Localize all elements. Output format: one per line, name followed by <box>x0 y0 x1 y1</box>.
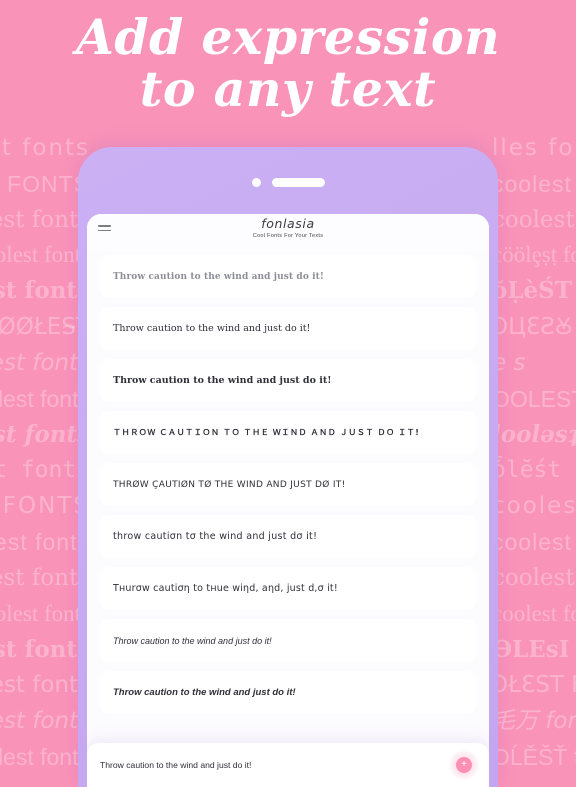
phone-notch <box>78 178 498 187</box>
app-header: fonlasia Cool Fonts For Your Texts <box>87 214 489 251</box>
text-input-bar[interactable]: Throw caution to the wind and just do it… <box>87 743 489 787</box>
add-button-halo: + <box>449 750 479 780</box>
font-style-card[interactable]: THRØW ÇAUTIØN TØ THÉ WIND AND JUST DØ IT… <box>100 463 476 506</box>
headline-line-2: to any text <box>139 59 437 118</box>
font-style-card[interactable]: Throw caution to the wind and just do it… <box>100 671 476 714</box>
background-word: coolest fonts <box>0 672 90 699</box>
font-style-preview-text: THRØW ÇAUTIØN TØ THÉ WIND AND JUST DØ IT… <box>113 479 346 490</box>
background-word: coolest fonts <box>492 529 576 556</box>
font-style-card[interactable]: ＴＨＲＯＷ ＣＡＵＴＩＯＮ ＴＯ ＴＨＥ ＷＩＮＤ ＡＮＤ ＪＵＳＴ ＤＯ ＩＴ… <box>100 411 476 454</box>
background-word: lles fonts <box>492 135 576 161</box>
background-word: OĹĚŠŤ fonts <box>492 744 576 768</box>
font-style-preview-text: Throw caution to the wind and just do it… <box>113 687 296 698</box>
background-word: ƟLEsI fonts <box>492 635 576 663</box>
background-word: coolest fonts <box>492 493 576 520</box>
app-screen: fonlasia Cool Fonts For Your Texts Throw… <box>87 214 489 787</box>
hamburger-menu-icon[interactable] <box>98 225 111 232</box>
background-word: coolest fonts <box>492 206 576 233</box>
text-input-field[interactable]: Throw caution to the wind and just do it… <box>100 760 449 770</box>
background-word: ŏḶèŚT fonts <box>492 277 576 305</box>
background-word: coolest fonts <box>0 635 90 663</box>
background-word: e coolest fonts <box>0 277 90 305</box>
background-word: ƆЦƐꙄꙊ fonts <box>492 314 576 341</box>
font-style-card[interactable]: Throw caution to the wind and just do it… <box>100 359 476 402</box>
background-word: COOLEST FONTS <box>0 170 90 197</box>
background-word: coolest fonts <box>0 420 90 448</box>
headline-line-1: Add expression <box>75 8 501 66</box>
background-word: coolest fonts <box>492 564 576 591</box>
font-style-preview-text: Throw caution to the wind and just do it… <box>113 635 272 646</box>
background-words-right: lles fonts coolest fonts coolest fonts cööl… <box>492 136 576 768</box>
background-word: coolest fonts <box>0 564 90 591</box>
background-word: coolest fonts <box>0 457 90 484</box>
background-word: cöölȩṣṭ fonts <box>492 242 576 268</box>
background-word: OOLEST fonts <box>492 385 576 412</box>
background-word: coolest fonts <box>0 744 90 768</box>
background-word: ƆŁƐST FO <box>492 672 576 699</box>
font-style-card[interactable]: Throw caution to the wind and just do it… <box>100 255 476 298</box>
brand: fonlasia Cool Fonts For Your Texts <box>252 216 324 239</box>
background-word: cØØŁES̴T <box>0 314 90 341</box>
hamburger-line <box>98 229 111 232</box>
add-button[interactable]: + <box>456 757 472 773</box>
background-word: looləsʇ ɟu <box>492 420 576 448</box>
background-word: coolest fonts <box>0 708 90 735</box>
font-style-preview-text: Throw caution to the wind and just do it… <box>113 375 332 386</box>
background-words-left: coolest fonts COOLEST FONTS coolest fonts e… <box>0 136 90 768</box>
background-word: 毛万 fonts <box>492 708 576 735</box>
background-word: coolest fonts <box>0 135 90 161</box>
background-word: coolest fonts <box>492 600 576 626</box>
app-title: fonlasia <box>261 216 315 231</box>
font-style-card[interactable]: Tнurσw cautiση to tнue wiηd, aηd, just d… <box>100 567 476 610</box>
phone-mockup: fonlasia Cool Fonts For Your Texts Throw… <box>78 147 498 787</box>
background-word: coolest fonts <box>0 600 90 626</box>
page-headline: Add expression to any text <box>0 11 576 118</box>
background-word: coolest fonts <box>0 385 90 412</box>
background-word: coolest fonts <box>0 349 90 376</box>
font-style-preview-text: Throw caution to the wind and just do it… <box>113 271 324 282</box>
background-word: coolest fonts <box>0 206 90 233</box>
font-style-card[interactable]: throw cautiσn tσ the wind and just dσ it… <box>100 515 476 558</box>
hamburger-line <box>98 225 111 227</box>
background-word: coolest fonts <box>0 529 90 556</box>
font-style-preview-text: Tнurσw cautiση to tнue wiηd, aηd, just d… <box>113 583 338 594</box>
camera-icon <box>251 178 261 187</box>
background-word: coolest fonts <box>492 170 576 197</box>
speaker-icon <box>271 178 325 187</box>
font-card-list: Throw caution to the wind and just do it… <box>87 251 489 714</box>
font-style-card[interactable]: Throw caution to the wind and just do it… <box>100 619 476 662</box>
background-word: COOLEST FONTS <box>0 493 90 520</box>
background-word: e coolest fonts <box>0 242 90 268</box>
font-style-preview-text: Throw caution to the wind and just do it… <box>113 323 311 334</box>
background-word: ȱlĕśt fonts <box>492 457 576 484</box>
font-style-preview-text: throw cautiσn tσ the wind and just dσ it… <box>113 531 318 542</box>
font-style-preview-text: ＴＨＲＯＷ ＣＡＵＴＩＯＮ ＴＯ ＴＨＥ ＷＩＮＤ ＡＮＤ ＪＵＳＴ ＤＯ ＩＴ… <box>113 428 420 437</box>
font-style-card[interactable]: Throw caution to the wind and just do it… <box>100 307 476 350</box>
app-subtitle: Cool Fonts For Your Texts <box>252 232 324 239</box>
